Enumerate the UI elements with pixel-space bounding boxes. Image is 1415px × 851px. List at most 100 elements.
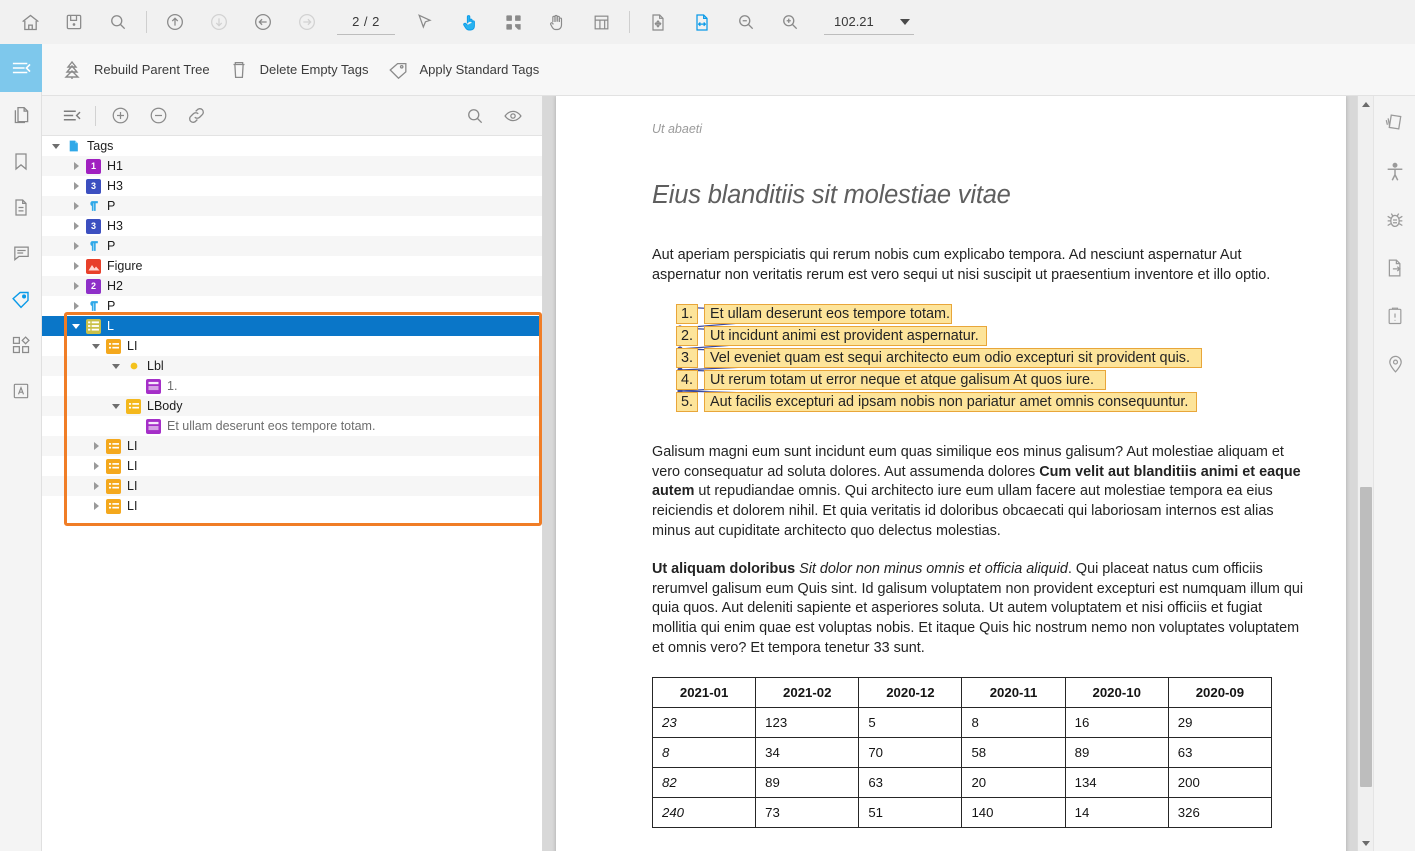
list-item-label-highlight[interactable]: 1. <box>676 304 699 325</box>
select-cursor-icon[interactable] <box>403 0 447 44</box>
list-item-body-highlight[interactable]: Vel eveniet quam est sequi architecto eu… <box>704 348 1202 369</box>
page-number-input[interactable]: 2 / 2 <box>337 9 395 35</box>
layers-icon[interactable] <box>0 322 42 368</box>
chevron-right-icon[interactable] <box>68 238 84 254</box>
zoom-out-icon[interactable] <box>724 0 768 44</box>
highlighted-list-item[interactable]: 4. Ut rerum totam ut error neque et atque… <box>676 370 1304 391</box>
list-item-label-highlight[interactable]: 2. <box>676 326 699 347</box>
tree-row[interactable]: 1. <box>42 376 542 396</box>
highlighted-list-item[interactable]: 3. Vel eveniet quam est sequi architecto … <box>676 348 1304 369</box>
list-item-body-highlight[interactable]: Ut rerum totam ut error neque et atque g… <box>704 370 1106 391</box>
tree-row[interactable]: Et ullam deserunt eos tempore totam. <box>42 416 542 436</box>
highlighted-list-item[interactable]: 2. Ut incidunt animi est provident aspern… <box>676 326 1304 347</box>
zoom-level-selector[interactable]: 102.21 <box>824 9 914 35</box>
tag-icon[interactable] <box>0 276 42 322</box>
chevron-down-icon[interactable] <box>88 338 104 354</box>
chevron-right-icon[interactable] <box>88 438 104 454</box>
bookmark-icon[interactable] <box>0 138 42 184</box>
remove-tag-icon[interactable] <box>139 97 177 135</box>
location-pin-icon[interactable] <box>1374 340 1415 388</box>
collapse-all-icon[interactable] <box>52 97 90 135</box>
tree-row[interactable]: LI <box>42 496 542 516</box>
zoom-in-icon[interactable] <box>768 0 812 44</box>
tree-row[interactable]: P <box>42 296 542 316</box>
search-icon[interactable] <box>96 0 140 44</box>
document-viewer[interactable]: Ut abaeti Eius blanditiis sit molestiae … <box>543 96 1373 851</box>
chevron-down-icon[interactable] <box>108 358 124 374</box>
arrow-right-circle-icon[interactable] <box>285 0 329 44</box>
tree-row[interactable]: P <box>42 236 542 256</box>
accessibility-icon[interactable] <box>1374 148 1415 196</box>
tree-row[interactable]: Tags <box>42 136 542 156</box>
tree-row[interactable]: Figure <box>42 256 542 276</box>
chevron-right-icon[interactable] <box>68 218 84 234</box>
tree-row[interactable]: P <box>42 196 542 216</box>
chevron-right-icon[interactable] <box>88 498 104 514</box>
highlighted-list-item[interactable]: 5. Aut facilis excepturi ad ipsam nobis n… <box>676 392 1304 413</box>
fit-page-icon[interactable] <box>636 0 680 44</box>
tree-row[interactable]: 3 H3 <box>42 216 542 236</box>
comment-icon[interactable] <box>0 230 42 276</box>
chevron-right-icon[interactable] <box>68 258 84 274</box>
tree-row[interactable]: LI <box>42 436 542 456</box>
document-icon[interactable] <box>0 184 42 230</box>
clipboard-alert-icon[interactable] <box>1374 292 1415 340</box>
list-item-body-highlight[interactable]: Ut incidunt animi est provident aspernat… <box>704 326 987 347</box>
apply-standard-tags-button[interactable]: Apply Standard Tags <box>383 53 554 87</box>
collapse-panel-icon[interactable] <box>0 44 42 92</box>
pages-icon[interactable] <box>0 92 42 138</box>
hand-pointer-icon[interactable] <box>447 0 491 44</box>
list-item-body-highlight[interactable]: Aut facilis excepturi ad ipsam nobis non… <box>704 392 1197 413</box>
visibility-eye-icon[interactable] <box>494 97 532 135</box>
search-icon[interactable] <box>456 97 494 135</box>
page-up-icon[interactable] <box>153 0 197 44</box>
tree-row[interactable]: LI <box>42 456 542 476</box>
delete-empty-tags-button[interactable]: Delete Empty Tags <box>224 53 383 87</box>
link-icon[interactable] <box>177 97 215 135</box>
list-item-label-highlight[interactable]: 3. <box>676 348 699 369</box>
tree-row[interactable]: LI <box>42 476 542 496</box>
chevron-right-icon[interactable] <box>68 198 84 214</box>
chevron-down-icon[interactable] <box>108 398 124 414</box>
tree-row[interactable]: 2 H2 <box>42 276 542 296</box>
list-item-label-highlight[interactable]: 4. <box>676 370 699 391</box>
scroll-up-button[interactable] <box>1358 96 1373 112</box>
page-down-icon[interactable] <box>197 0 241 44</box>
scroll-down-button[interactable] <box>1358 835 1373 851</box>
flip-pages-icon[interactable] <box>1374 96 1415 148</box>
fit-width-icon[interactable] <box>680 0 724 44</box>
text-a-icon[interactable] <box>0 368 42 414</box>
chevron-right-icon[interactable] <box>88 478 104 494</box>
highlighted-list-item[interactable]: 1. Et ullam deserunt eos tempore totam. <box>676 304 1304 325</box>
chevron-down-icon[interactable] <box>48 138 64 154</box>
scrollbar-track[interactable] <box>1358 112 1373 835</box>
add-tag-icon[interactable] <box>101 97 139 135</box>
pan-hand-icon[interactable] <box>535 0 579 44</box>
scrollbar-thumb[interactable] <box>1360 487 1372 787</box>
arrow-left-circle-icon[interactable] <box>241 0 285 44</box>
table-icon[interactable] <box>579 0 623 44</box>
vertical-scrollbar[interactable] <box>1357 96 1373 851</box>
tags-tree[interactable]: Tags 1 H1 3 H3 P 3 H3 P Figure 2 H2 P L LI Lbl 1. LBody Et… <box>42 136 542 516</box>
chevron-right-icon[interactable] <box>68 158 84 174</box>
chevron-down-icon[interactable] <box>68 318 84 334</box>
chevron-right-icon[interactable] <box>68 298 84 314</box>
tree-row[interactable]: Lbl <box>42 356 542 376</box>
tree-row[interactable]: 1 H1 <box>42 156 542 176</box>
tagged-list-highlighted[interactable]: 1. Et ullam deserunt eos tempore totam. 2.… <box>676 304 1304 415</box>
tree-row-selected[interactable]: L <box>42 316 542 336</box>
chevron-right-icon[interactable] <box>68 278 84 294</box>
home-icon[interactable] <box>8 0 52 44</box>
tree-row[interactable]: 3 H3 <box>42 176 542 196</box>
list-item-label-highlight[interactable]: 5. <box>676 392 699 413</box>
chevron-right-icon[interactable] <box>88 458 104 474</box>
rebuild-parent-tree-button[interactable]: Rebuild Parent Tree <box>56 53 224 87</box>
snapshot-icon[interactable] <box>491 0 535 44</box>
export-page-icon[interactable] <box>1374 244 1415 292</box>
bug-icon[interactable] <box>1374 196 1415 244</box>
list-item-body-highlight[interactable]: Et ullam deserunt eos tempore totam. <box>704 304 952 325</box>
tree-row[interactable]: LBody <box>42 396 542 416</box>
chevron-right-icon[interactable] <box>68 178 84 194</box>
save-icon[interactable] <box>52 0 96 44</box>
tree-row[interactable]: LI <box>42 336 542 356</box>
